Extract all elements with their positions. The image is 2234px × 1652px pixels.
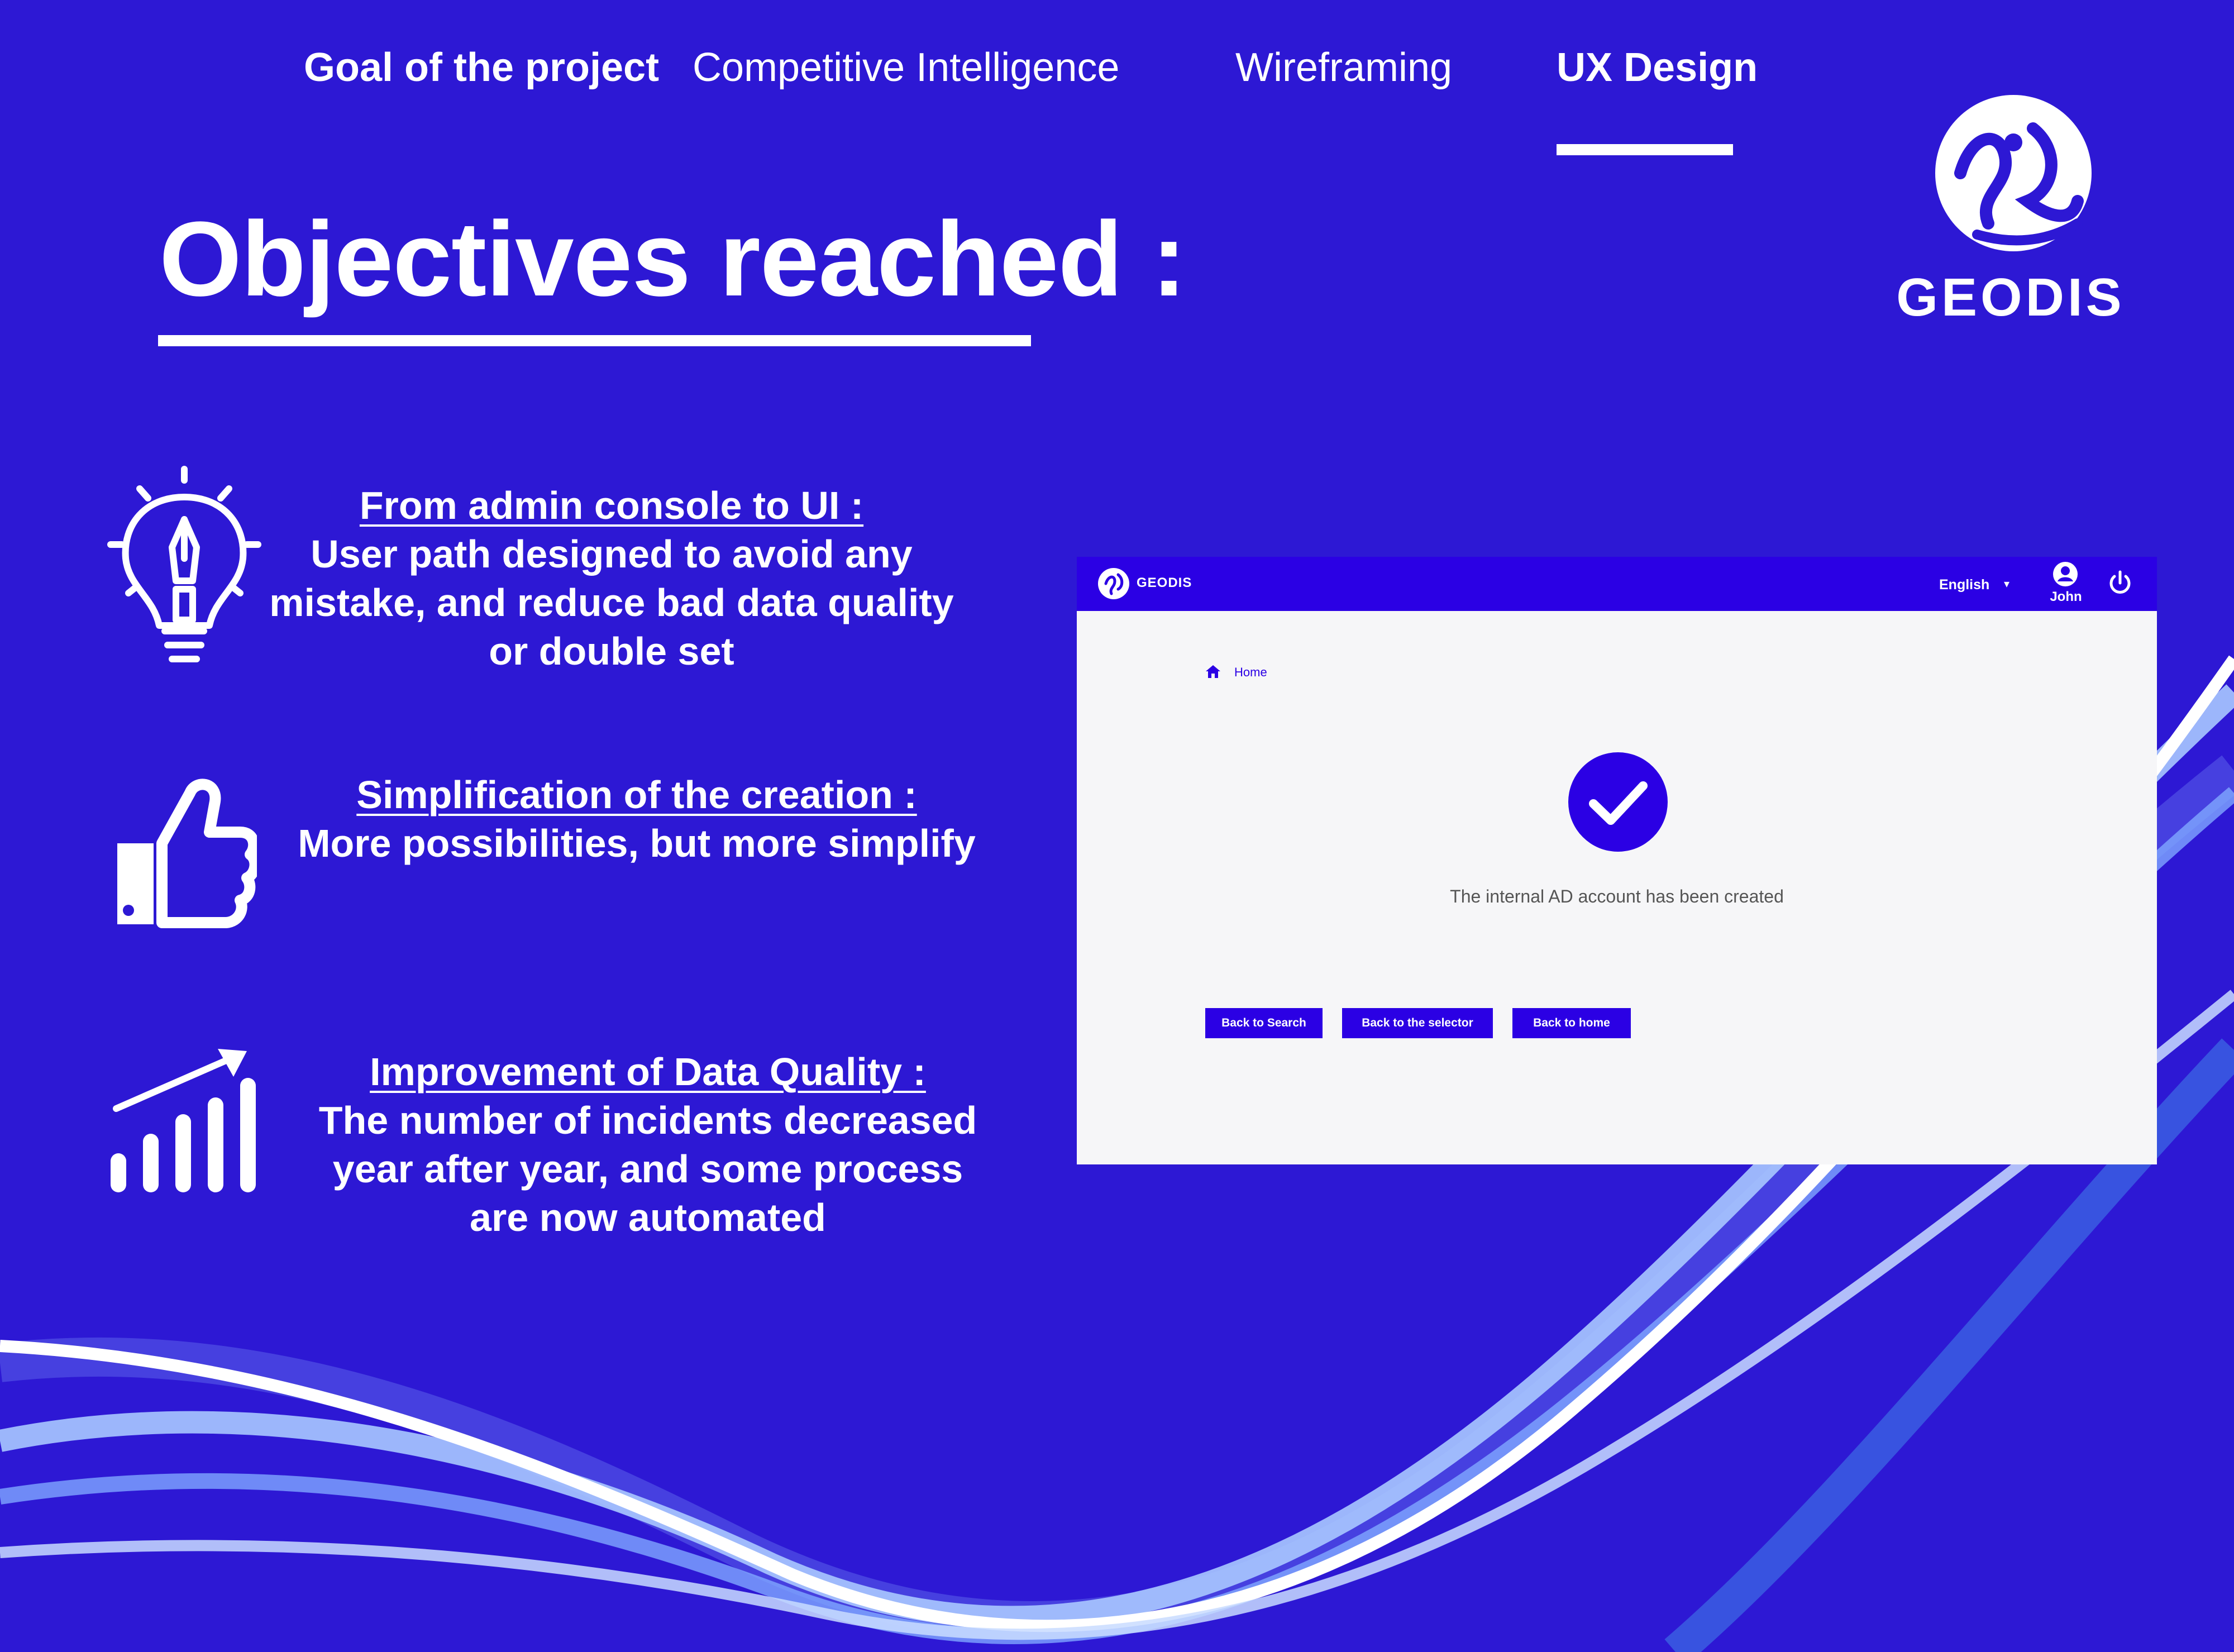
geodis-logo-icon: [1098, 568, 1129, 599]
objective-1-line: mistake, and reduce bad data quality: [269, 581, 954, 624]
brand-name: GEODIS: [1896, 268, 2125, 327]
page-title: Objectives reached :: [159, 200, 1187, 318]
active-tab-indicator: [1557, 144, 1733, 155]
nav-tab-competitive-intelligence[interactable]: Competitive Intelligence: [693, 45, 1119, 90]
success-message: The internal AD account has been created: [1450, 886, 1784, 906]
app-screenshot: GEODIS English ▾ John Home The internal …: [1077, 557, 2157, 1164]
chevron-down-icon[interactable]: ▾: [2004, 577, 2009, 591]
objective-3-heading: Improvement of Data Quality :: [370, 1050, 926, 1094]
back-to-search-button[interactable]: Back to Search: [1205, 1008, 1323, 1038]
user-account-icon[interactable]: [2051, 560, 2079, 588]
title-underline: [158, 335, 1031, 346]
growth-chart-icon: [111, 1049, 256, 1192]
objective-2: Simplification of the creation : More po…: [296, 771, 977, 868]
nav-tab-goal[interactable]: Goal of the project: [304, 45, 659, 90]
objective-1-line: or double set: [489, 629, 734, 673]
objective-1-line: User path designed to avoid any: [311, 532, 913, 576]
check-circle-icon: [1568, 752, 1668, 852]
objective-2-heading: Simplification of the creation :: [356, 773, 917, 817]
objective-3-line: are now automated: [470, 1196, 826, 1239]
breadcrumb-home[interactable]: Home: [1234, 665, 1267, 680]
objective-1-heading: From admin console to UI :: [359, 484, 864, 527]
objective-2-line: More possibilities, but more simplify: [298, 822, 976, 865]
app-header: GEODIS English ▾ John: [1077, 557, 2157, 611]
objective-3-line: year after year, and some process: [332, 1147, 963, 1191]
app-brand-name: GEODIS: [1137, 575, 1192, 590]
back-to-selector-button[interactable]: Back to the selector: [1342, 1008, 1493, 1038]
back-to-home-button[interactable]: Back to home: [1512, 1008, 1631, 1038]
objective-3: Improvement of Data Quality : The number…: [302, 1048, 994, 1242]
user-name[interactable]: John: [2046, 589, 2085, 605]
objective-1: From admin console to UI : User path des…: [246, 481, 977, 676]
power-icon[interactable]: [2106, 569, 2134, 596]
objective-3-line: The number of incidents decreased: [318, 1099, 977, 1142]
home-icon[interactable]: [1205, 663, 1221, 680]
lightbulb-pen-icon: [107, 466, 261, 662]
nav-tab-wireframing[interactable]: Wireframing: [1235, 45, 1452, 90]
nav-tab-ux-design[interactable]: UX Design: [1557, 45, 1758, 90]
thumbs-up-icon: [117, 779, 257, 928]
language-select[interactable]: English: [1939, 577, 1989, 593]
